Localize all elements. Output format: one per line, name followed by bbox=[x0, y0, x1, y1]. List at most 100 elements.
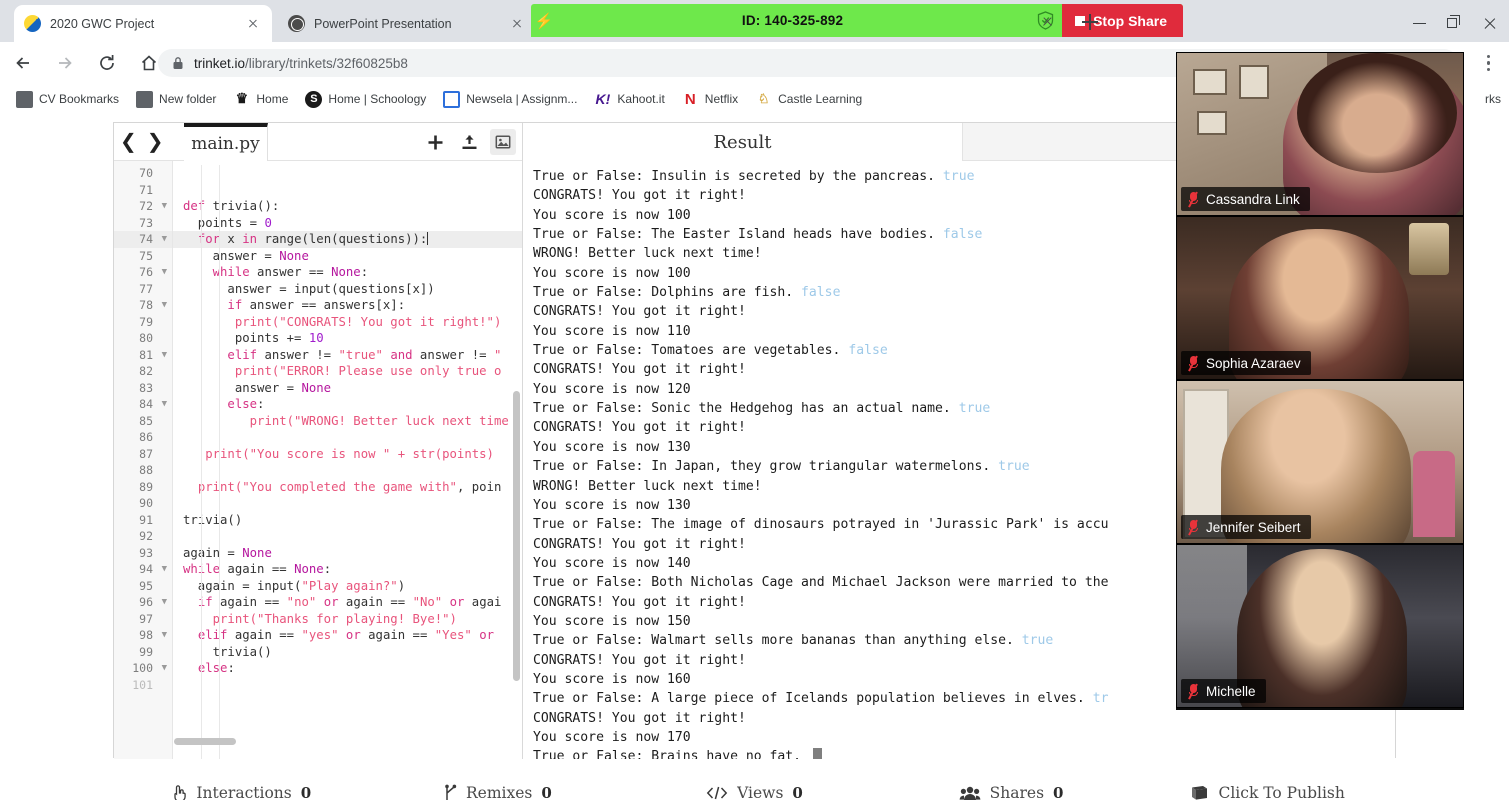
code-line[interactable]: again = None bbox=[173, 545, 522, 562]
chrome-menu-icon[interactable] bbox=[1478, 53, 1498, 73]
code-line[interactable]: again = input("Play again?") bbox=[173, 578, 522, 595]
code-line[interactable]: while again == None: bbox=[173, 561, 522, 578]
forward-icon[interactable] bbox=[46, 44, 84, 82]
participant-tile[interactable]: Michelle bbox=[1176, 544, 1464, 708]
code-line[interactable]: print("You score is now " + str(points) bbox=[173, 446, 522, 463]
code-line[interactable] bbox=[173, 495, 522, 512]
code-lines[interactable]: def trivia(): points = 0 for x in range(… bbox=[173, 161, 522, 759]
code-line[interactable] bbox=[173, 462, 522, 479]
code-line[interactable]: while answer == None: bbox=[173, 264, 522, 281]
maximize-icon[interactable] bbox=[1443, 12, 1469, 34]
code-line[interactable] bbox=[173, 528, 522, 545]
bookmark-cv-bookmarks[interactable]: CV Bookmarks bbox=[16, 91, 119, 108]
fold-toggle-icon[interactable]: ▼ bbox=[162, 594, 167, 611]
code-line[interactable]: if again == "no" or again == "No" or aga… bbox=[173, 594, 522, 611]
fold-toggle-icon[interactable]: ▼ bbox=[162, 231, 167, 248]
code-line[interactable]: print("WRONG! Better luck next time bbox=[173, 413, 522, 430]
code-line[interactable]: print("ERROR! Please use only true o bbox=[173, 363, 522, 380]
upload-icon[interactable] bbox=[456, 129, 482, 155]
editor-toolbar bbox=[422, 129, 516, 155]
publish-button[interactable]: Click To Publish bbox=[1139, 784, 1396, 800]
minimize-icon[interactable] bbox=[1408, 12, 1434, 34]
bookmark-newsela[interactable]: Newsela | Assignm... bbox=[443, 91, 577, 108]
line-number: 70 bbox=[114, 165, 172, 182]
stat-label: Remixes bbox=[466, 784, 532, 800]
stat-remixes[interactable]: Remixes 0 bbox=[370, 784, 627, 800]
back-icon[interactable] bbox=[4, 44, 42, 82]
bookmark-overflow-label[interactable]: rks bbox=[1485, 92, 1501, 106]
editor-vertical-scrollbar[interactable] bbox=[513, 391, 520, 681]
editor-header: ❮ ❯ main.py bbox=[114, 123, 522, 161]
close-icon[interactable] bbox=[244, 15, 262, 33]
line-number: 86 bbox=[114, 429, 172, 446]
code-line[interactable]: answer = None bbox=[173, 248, 522, 265]
tab-2020-gwc-project[interactable]: 2020 GWC Project bbox=[14, 5, 272, 42]
bookmark-kahoot[interactable]: K! Kahoot.it bbox=[594, 91, 664, 108]
plus-icon[interactable] bbox=[422, 129, 448, 155]
fold-toggle-icon[interactable]: ▼ bbox=[162, 660, 167, 677]
code-line[interactable]: print("Thanks for playing! Bye!") bbox=[173, 611, 522, 628]
code-line[interactable]: print("CONGRATS! You got it right!") bbox=[173, 314, 522, 331]
image-icon[interactable] bbox=[490, 129, 516, 155]
stat-views[interactable]: Views 0 bbox=[626, 784, 883, 800]
home-icon: ♛ bbox=[233, 91, 250, 108]
chevron-left-icon[interactable]: ❮ bbox=[120, 131, 137, 151]
code-line[interactable]: trivia() bbox=[173, 644, 522, 661]
stat-shares[interactable]: Shares 0 bbox=[883, 784, 1140, 800]
result-tab-label: Result bbox=[713, 132, 771, 153]
line-number: 77 bbox=[114, 281, 172, 298]
code-line[interactable]: def trivia(): bbox=[173, 198, 522, 215]
code-line[interactable]: elif answer != "true" and answer != " bbox=[173, 347, 522, 364]
lock-icon bbox=[172, 56, 184, 70]
code-line[interactable]: elif again == "yes" or again == "Yes" or bbox=[173, 627, 522, 644]
code-line[interactable]: answer = input(questions[x]) bbox=[173, 281, 522, 298]
line-number-gutter: 707172▼7374▼7576▼7778▼798081▼828384▼8586… bbox=[114, 161, 173, 759]
fold-toggle-icon[interactable]: ▼ bbox=[162, 561, 167, 578]
bookmark-label: CV Bookmarks bbox=[39, 92, 119, 106]
code-line[interactable] bbox=[173, 165, 522, 182]
close-share-bar-icon[interactable] bbox=[1038, 12, 1057, 31]
code-line[interactable]: for x in range(len(questions)): bbox=[173, 231, 522, 248]
fold-toggle-icon[interactable]: ▼ bbox=[162, 297, 167, 314]
participant-tile[interactable]: Jennifer Seibert bbox=[1176, 380, 1464, 544]
bookmark-netflix[interactable]: N Netflix bbox=[682, 91, 738, 108]
code-line[interactable]: points += 10 bbox=[173, 330, 522, 347]
window-close-icon[interactable] bbox=[1478, 12, 1504, 34]
code-line[interactable]: print("You completed the game with", poi… bbox=[173, 479, 522, 496]
close-icon[interactable] bbox=[508, 15, 526, 33]
line-number: 80 bbox=[114, 330, 172, 347]
editor-horizontal-scrollbar[interactable] bbox=[174, 738, 236, 745]
chevron-right-icon[interactable]: ❯ bbox=[147, 131, 164, 151]
fold-toggle-icon[interactable]: ▼ bbox=[162, 347, 167, 364]
console-user-input: false bbox=[848, 343, 887, 358]
code-line[interactable]: answer = None bbox=[173, 380, 522, 397]
fold-toggle-icon[interactable]: ▼ bbox=[162, 627, 167, 644]
code-line[interactable]: points = 0 bbox=[173, 215, 522, 232]
reload-icon[interactable] bbox=[88, 44, 126, 82]
code-line[interactable]: else: bbox=[173, 396, 522, 413]
code-line[interactable]: if answer == answers[x]: bbox=[173, 297, 522, 314]
code-line[interactable]: trivia() bbox=[173, 512, 522, 529]
code-line[interactable]: else: bbox=[173, 660, 522, 677]
participant-tile[interactable]: Sophia Azaraev bbox=[1176, 216, 1464, 380]
tab-title: PowerPoint Presentation bbox=[314, 17, 502, 31]
code-line[interactable] bbox=[173, 429, 522, 446]
stat-interactions[interactable]: Interactions 0 bbox=[113, 784, 370, 800]
code-area[interactable]: 707172▼7374▼7576▼7778▼798081▼828384▼8586… bbox=[114, 161, 522, 759]
fold-toggle-icon[interactable]: ▼ bbox=[162, 264, 167, 281]
file-tab-main-py[interactable]: main.py bbox=[184, 123, 268, 161]
new-tab-button[interactable] bbox=[1078, 10, 1102, 34]
folder-icon bbox=[136, 91, 153, 108]
stop-share-label: Stop Share bbox=[1093, 13, 1167, 29]
fold-toggle-icon[interactable]: ▼ bbox=[162, 198, 167, 215]
stat-count: 0 bbox=[1053, 784, 1063, 800]
fold-toggle-icon[interactable]: ▼ bbox=[162, 396, 167, 413]
bookmark-castle-learning[interactable]: ♘ Castle Learning bbox=[755, 91, 862, 108]
code-line[interactable] bbox=[173, 182, 522, 199]
participant-tile[interactable]: Cassandra Link bbox=[1176, 52, 1464, 216]
bookmark-new-folder[interactable]: New folder bbox=[136, 91, 216, 108]
tab-result[interactable]: Result bbox=[523, 123, 963, 161]
bookmark-home[interactable]: ♛ Home bbox=[233, 91, 288, 108]
bookmark-schoology[interactable]: S Home | Schoology bbox=[305, 91, 426, 108]
tab-powerpoint-presentation[interactable]: PowerPoint Presentation bbox=[278, 5, 536, 42]
